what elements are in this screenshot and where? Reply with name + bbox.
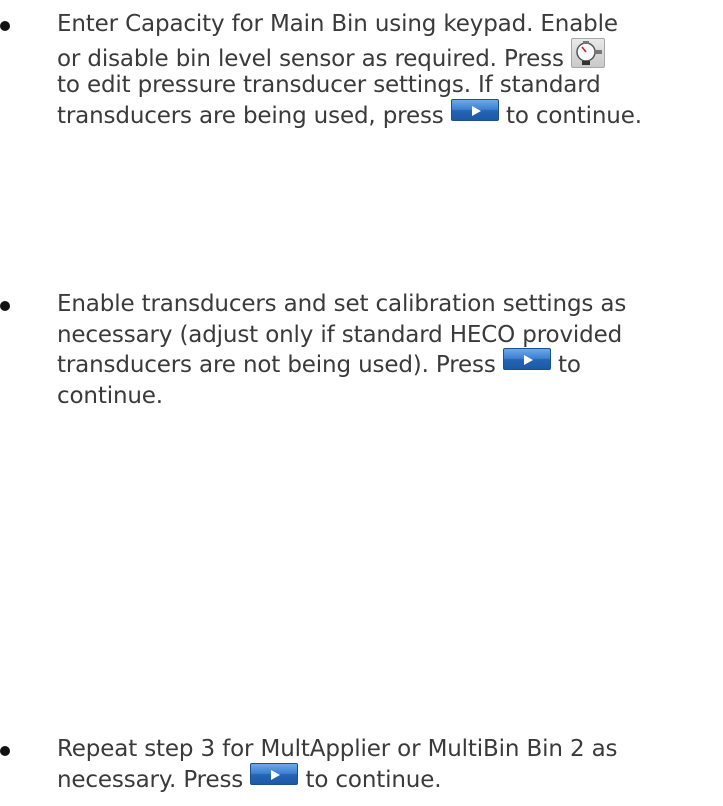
text-line: continue. xyxy=(57,381,723,412)
instruction-text: Repeat step 3 for MultApplier or MultiBi… xyxy=(57,734,723,795)
play-icon xyxy=(250,762,299,794)
instruction-text: Enable transducers and set calibration s… xyxy=(57,289,723,411)
text-segment: Repeat step 3 for MultApplier or MultiBi… xyxy=(57,736,618,762)
gauge-icon xyxy=(570,37,605,77)
text-segment: necessary. Press xyxy=(57,766,251,793)
text-line: or disable bin level sensor as required.… xyxy=(57,37,723,72)
play-icon xyxy=(450,98,499,130)
text-segment: Enter Capacity for Main Bin using keypad… xyxy=(57,11,618,37)
bullet-icon xyxy=(0,301,10,311)
text-line: necessary. Press to continue. xyxy=(57,762,723,796)
text-segment: transducers are being used, press xyxy=(57,102,451,129)
text-line: Enable transducers and set calibration s… xyxy=(57,289,723,320)
text-segment: to continue. xyxy=(298,766,442,793)
text-segment: or disable bin level sensor as required.… xyxy=(57,45,571,72)
bullet-icon xyxy=(0,746,10,756)
text-line: to edit pressure transducer settings. If… xyxy=(57,70,723,101)
text-segment: to edit pressure transducer settings. If… xyxy=(57,72,601,98)
text-segment: necessary (adjust only if standard HECO … xyxy=(57,321,623,348)
text-line: Repeat step 3 for MultApplier or MultiBi… xyxy=(57,734,723,765)
bullet-icon xyxy=(0,21,10,31)
text-segment: transducers are not being used). Press xyxy=(57,352,503,378)
text-line: transducers are being used, press to con… xyxy=(57,98,723,132)
text-segment: Enable transducers and set calibration s… xyxy=(57,291,627,317)
text-segment: to xyxy=(550,352,581,378)
instruction-text: Enter Capacity for Main Bin using keypad… xyxy=(57,9,723,131)
play-icon xyxy=(502,348,551,379)
text-segment: continue. xyxy=(57,382,163,409)
text-line: Enter Capacity for Main Bin using keypad… xyxy=(57,9,723,40)
text-segment: to continue. xyxy=(498,102,642,129)
text-line: transducers are not being used). Press t… xyxy=(57,348,723,381)
text-line: necessary (adjust only if standard HECO … xyxy=(57,320,723,351)
